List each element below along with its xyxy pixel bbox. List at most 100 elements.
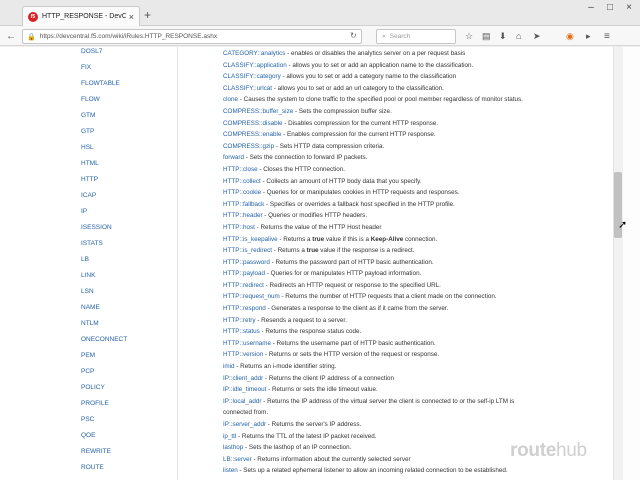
- reading-list-icon[interactable]: ▤: [482, 31, 491, 42]
- command-link[interactable]: HTTP::redirect: [223, 282, 264, 289]
- command-link[interactable]: HTTP::password: [223, 259, 270, 266]
- command-link[interactable]: HTTP::is_redirect: [223, 247, 272, 254]
- command-link[interactable]: COMPRESS::disable: [223, 120, 283, 127]
- command-link[interactable]: COMPRESS::gzip: [223, 143, 274, 150]
- command-link[interactable]: ip_ttl: [223, 433, 236, 440]
- sidebar-item-http[interactable]: HTTP: [81, 172, 171, 188]
- command-link[interactable]: HTTP::respond: [223, 305, 266, 312]
- sidebar-item-profile[interactable]: PROFILE: [81, 396, 171, 412]
- sidebar-item-oneconnect[interactable]: ONECONNECT: [81, 332, 171, 348]
- command-description: - Returns the password part of HTTP basi…: [269, 258, 434, 266]
- command-link[interactable]: HTTP::status: [223, 328, 260, 335]
- window-close-icon[interactable]: ×: [620, 2, 638, 13]
- toolbar-menu-icon[interactable]: ▸: [586, 31, 591, 42]
- command-link[interactable]: IP::idle_timeout: [223, 386, 266, 393]
- sidebar-item-icap[interactable]: ICAP: [81, 188, 171, 204]
- command-link[interactable]: CLASSIFY::category: [223, 73, 281, 80]
- command-description: - Returns or sets the idle timeout value…: [266, 386, 378, 394]
- command-description: - Queries or modifies HTTP headers.: [262, 212, 368, 220]
- command-link[interactable]: HTTP::cookie: [223, 189, 261, 196]
- sidebar-item-gtm[interactable]: GTM: [81, 108, 171, 124]
- share-icon[interactable]: ➤: [533, 31, 541, 42]
- command-row: HTTP::close - Closes the HTTP connection…: [223, 164, 613, 176]
- sidebar-item-name[interactable]: NAME: [81, 300, 171, 316]
- command-link[interactable]: listen: [223, 467, 238, 474]
- sidebar-item-fix[interactable]: FIX: [81, 60, 171, 76]
- command-link[interactable]: HTTP::retry: [223, 317, 256, 324]
- command-link[interactable]: HTTP::request_num: [223, 293, 280, 300]
- bookmark-star-icon[interactable]: ☆: [465, 31, 473, 42]
- command-link[interactable]: HTTP::header: [223, 212, 263, 219]
- command-link[interactable]: COMPRESS::enable: [223, 131, 281, 138]
- command-link[interactable]: HTTP::payload: [223, 270, 265, 277]
- command-link[interactable]: forward: [223, 154, 244, 161]
- sidebar-item-flow[interactable]: FLOW: [81, 92, 171, 108]
- command-link[interactable]: clone: [223, 96, 238, 103]
- tab-http-response[interactable]: f5 HTTP_RESPONSE - DevCen... ×: [22, 6, 140, 26]
- command-link[interactable]: IP::server_addr: [223, 421, 266, 428]
- download-icon[interactable]: ⬇: [499, 31, 507, 42]
- new-tab-icon[interactable]: +: [144, 8, 151, 22]
- command-description: - Returns the value of the HTTP Host hea…: [254, 223, 382, 231]
- command-link[interactable]: HTTP::host: [223, 224, 255, 231]
- command-link[interactable]: HTTP::is_keepalive: [223, 236, 278, 243]
- command-link[interactable]: HTTP::fallback: [223, 201, 264, 208]
- sidebar-item-lb[interactable]: LB: [81, 252, 171, 268]
- home-icon[interactable]: ⌂: [516, 31, 521, 41]
- sidebar-item-route[interactable]: ROUTE: [81, 460, 171, 476]
- command-description: - Returns a true value if this is a Keep…: [278, 235, 437, 243]
- sidebar-item-ip[interactable]: IP: [81, 204, 171, 220]
- command-description: - Returns a true value if the response i…: [272, 247, 415, 254]
- command-link[interactable]: CLASSIFY::application: [223, 62, 287, 69]
- close-tab-icon[interactable]: ×: [129, 12, 134, 22]
- sidebar-item-hsl[interactable]: HSL: [81, 140, 171, 156]
- command-description: - Returns an i-mode identifier string.: [234, 363, 337, 371]
- command-link[interactable]: HTTP::close: [223, 166, 258, 173]
- command-description: - Closes the HTTP connection.: [257, 165, 346, 173]
- sidebar-item-qoe[interactable]: QOE: [81, 428, 171, 444]
- maximize-icon[interactable]: □: [601, 2, 619, 13]
- command-row: CATEGORY::analytics - enables or disable…: [223, 48, 613, 60]
- command-row: HTTP::header - Queries or modifies HTTP …: [223, 210, 613, 222]
- sidebar-item-gtp[interactable]: GTP: [81, 124, 171, 140]
- command-row: HTTP::retry - Resends a request to a ser…: [223, 315, 613, 327]
- command-link[interactable]: IP::local_addr: [223, 398, 262, 405]
- back-arrow-icon[interactable]: ←: [4, 29, 18, 43]
- extension-icon[interactable]: ◉: [566, 31, 574, 42]
- command-link[interactable]: HTTP::version: [223, 351, 263, 358]
- sidebar-item-ntlm[interactable]: NTLM: [81, 316, 171, 332]
- command-link[interactable]: HTTP::username: [223, 340, 271, 347]
- command-link[interactable]: CATEGORY::analytics: [223, 50, 285, 57]
- reload-icon[interactable]: ↻: [350, 31, 357, 40]
- sidebar-item-pcp[interactable]: PCP: [81, 364, 171, 380]
- window-gutter: [623, 47, 640, 480]
- search-box[interactable]: ⌕ Search: [376, 29, 456, 44]
- address-bar[interactable]: 🔒 https://devcentral.f5.com/wiki/iRules.…: [22, 29, 362, 44]
- hamburger-menu-icon[interactable]: ≡: [604, 31, 610, 42]
- sidebar-item-html[interactable]: HTML: [81, 156, 171, 172]
- url-text: https://devcentral.f5.com/wiki/iRules.HT…: [39, 33, 218, 40]
- command-link[interactable]: imid: [223, 363, 235, 370]
- sidebar-item-link[interactable]: LINK: [81, 268, 171, 284]
- command-link[interactable]: CLASSIFY::urlcat: [223, 85, 272, 92]
- command-link[interactable]: IP::client_addr: [223, 375, 263, 382]
- command-row: CLASSIFY::application - allows you to se…: [223, 60, 613, 72]
- sidebar-item-flowtable[interactable]: FLOWTABLE: [81, 76, 171, 92]
- command-link[interactable]: HTTP::collect: [223, 178, 261, 185]
- sidebar-item-pem[interactable]: PEM: [81, 348, 171, 364]
- description-desc-bold2: Keep-Alive: [370, 235, 404, 243]
- sidebar-item-policy[interactable]: POLICY: [81, 380, 171, 396]
- sidebar-item-lsn[interactable]: LSN: [81, 284, 171, 300]
- command-row: HTTP::cookie - Queries for or manipulate…: [223, 187, 613, 199]
- sidebar-nav-list: DOSL7 FIX FLOWTABLE FLOW GTM GTP HSL HTML HTTP IC…: [81, 47, 171, 476]
- sidebar-item-dosl7[interactable]: DOSL7: [81, 47, 171, 60]
- command-link[interactable]: COMPRESS::buffer_size: [223, 108, 293, 115]
- sidebar-item-rewrite[interactable]: REWRITE: [81, 444, 171, 460]
- sidebar-item-istats[interactable]: ISTATS: [81, 236, 171, 252]
- sidebar-item-psc[interactable]: PSC: [81, 412, 171, 428]
- minimize-icon[interactable]: –: [582, 2, 600, 13]
- command-link[interactable]: lasthop: [223, 444, 243, 451]
- command-link[interactable]: LB::server: [223, 456, 252, 463]
- sidebar-item-isession[interactable]: ISESSION: [81, 220, 171, 236]
- vertical-scrollbar[interactable]: [613, 47, 623, 480]
